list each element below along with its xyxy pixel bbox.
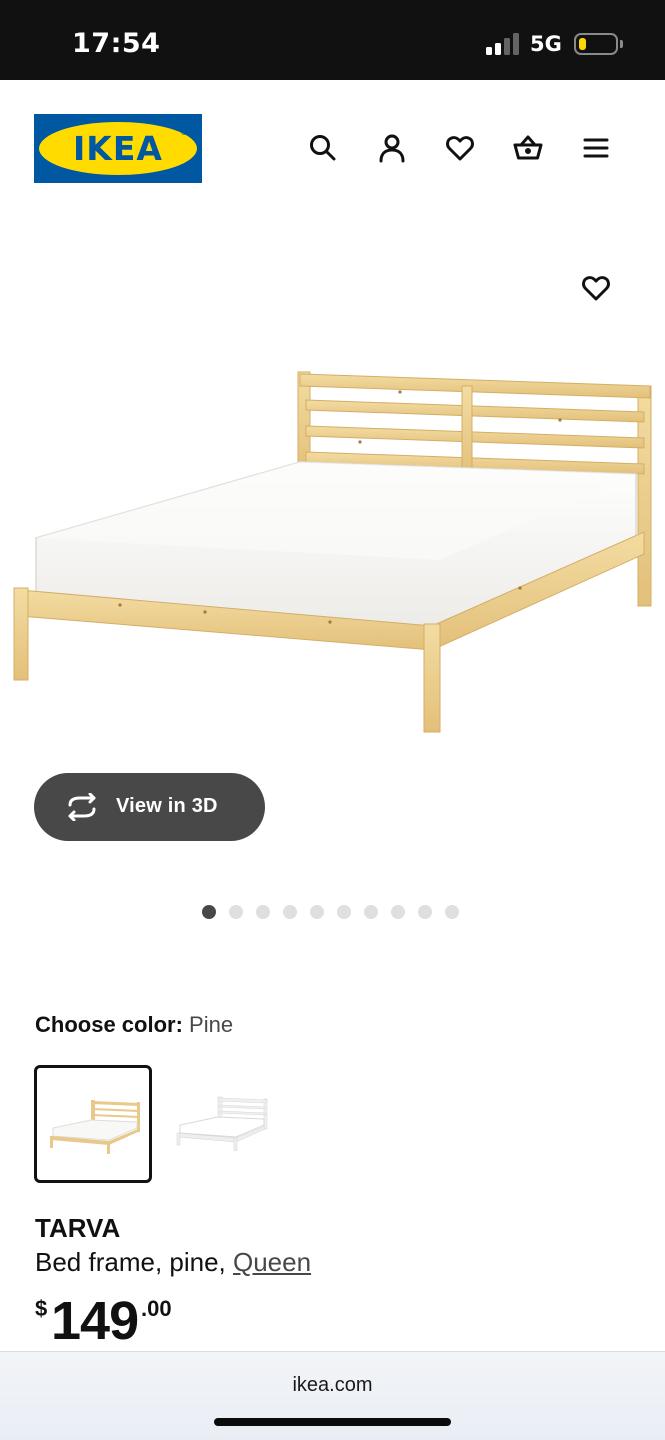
carousel-dot[interactable] [310,905,324,919]
logo-registered-mark: ® [181,128,187,137]
view-in-3d-button[interactable]: View in 3D [34,773,265,841]
color-option-white[interactable] [164,1065,282,1183]
status-time: 17:54 [72,28,161,59]
heart-outline-icon [582,276,610,301]
browser-bar: ikea.com [0,1351,665,1440]
carousel-dot[interactable] [202,905,216,919]
view-in-3d-label: View in 3D [116,795,218,817]
selected-color-value: Pine [189,1012,234,1037]
search-icon[interactable] [303,128,343,168]
ikea-logo[interactable]: IKEA ® [34,114,202,183]
battery-nub [620,40,623,48]
carousel-dot[interactable] [391,905,405,919]
carousel-dot[interactable] [445,905,459,919]
size-link[interactable]: Queen [233,1247,311,1277]
carousel-dot[interactable] [337,905,351,919]
battery-icon [574,33,618,55]
price-integer: 149 [51,1291,139,1351]
product-description: Bed frame, pine, Queen [35,1247,311,1278]
choose-color-label: Choose color: [35,1012,183,1037]
price-decimal: .00 [141,1296,172,1321]
cellular-signal-icon [486,33,520,55]
rotate-3d-icon [68,793,96,821]
carousel-dot[interactable] [283,905,297,919]
product-description-text: Bed frame, pine, [35,1247,233,1277]
product-name: TARVA [35,1213,121,1243]
logo-text: IKEA [73,129,163,168]
price-currency: $ [35,1296,48,1321]
white-bed-thumbnail [176,1096,268,1151]
choose-color-heading: Choose color: Pine [35,1012,233,1038]
home-indicator[interactable] [214,1418,451,1426]
address-bar[interactable]: ikea.com [0,1374,665,1397]
menu-icon[interactable] [576,128,616,168]
logo-oval: IKEA ® [39,122,197,175]
carousel-dot[interactable] [364,905,378,919]
network-type: 5G [530,32,562,56]
basket-icon[interactable] [508,128,548,168]
pine-bed-thumbnail [50,1100,140,1154]
image-carousel-indicator [202,905,459,919]
heart-icon[interactable] [440,128,480,168]
add-to-favorites-button[interactable] [576,268,616,308]
carousel-dot[interactable] [229,905,243,919]
carousel-dot[interactable] [418,905,432,919]
color-option-pine[interactable] [34,1065,152,1183]
product-image[interactable] [0,360,665,750]
carousel-dot[interactable] [256,905,270,919]
status-bar: 17:54 5G [0,0,665,80]
account-icon[interactable] [372,128,412,168]
